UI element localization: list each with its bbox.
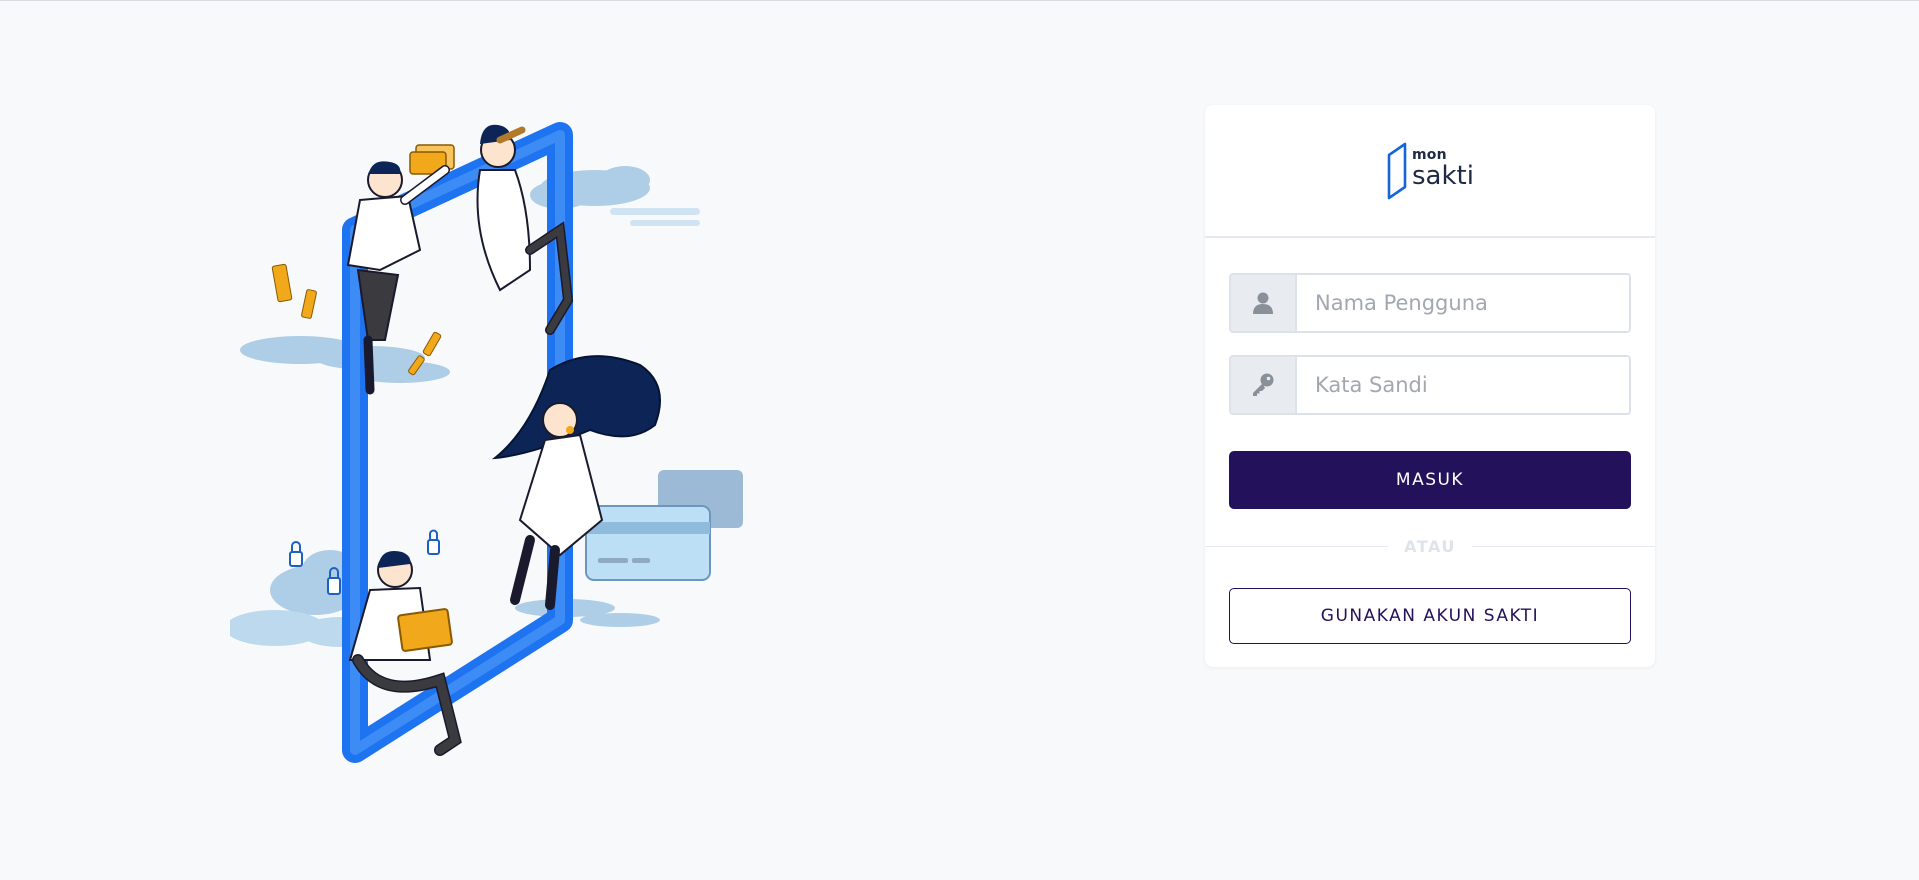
- login-button[interactable]: MASUK: [1229, 451, 1631, 509]
- logo-text-mon: mon: [1412, 147, 1447, 163]
- key-icon: [1253, 373, 1274, 396]
- app-logo: mon sakti: [1386, 141, 1474, 201]
- user-icon: [1253, 292, 1273, 314]
- logo-mark-icon: [1387, 142, 1407, 199]
- password-addon: [1231, 357, 1297, 413]
- hero-illustration: [230, 122, 743, 763]
- login-form: MASUK ATAU GUNAKAN AKUN SAKTI: [1205, 273, 1655, 644]
- sakti-login-button[interactable]: GUNAKAN AKUN SAKTI: [1229, 588, 1631, 644]
- or-divider-text: ATAU: [1388, 536, 1472, 556]
- card-shape: [585, 505, 711, 581]
- login-card: mon sakti MASU: [1205, 105, 1655, 667]
- card-header: mon sakti: [1205, 105, 1655, 238]
- username-input[interactable]: [1297, 275, 1629, 331]
- logo-text: mon sakti: [1412, 148, 1474, 189]
- username-addon: [1231, 275, 1297, 331]
- password-input[interactable]: [1297, 357, 1629, 413]
- password-input-group: [1229, 355, 1631, 415]
- username-input-group: [1229, 273, 1631, 333]
- logo-text-sakti: sakti: [1412, 161, 1474, 191]
- or-divider: ATAU: [1205, 536, 1655, 556]
- top-rule: [0, 0, 1919, 1]
